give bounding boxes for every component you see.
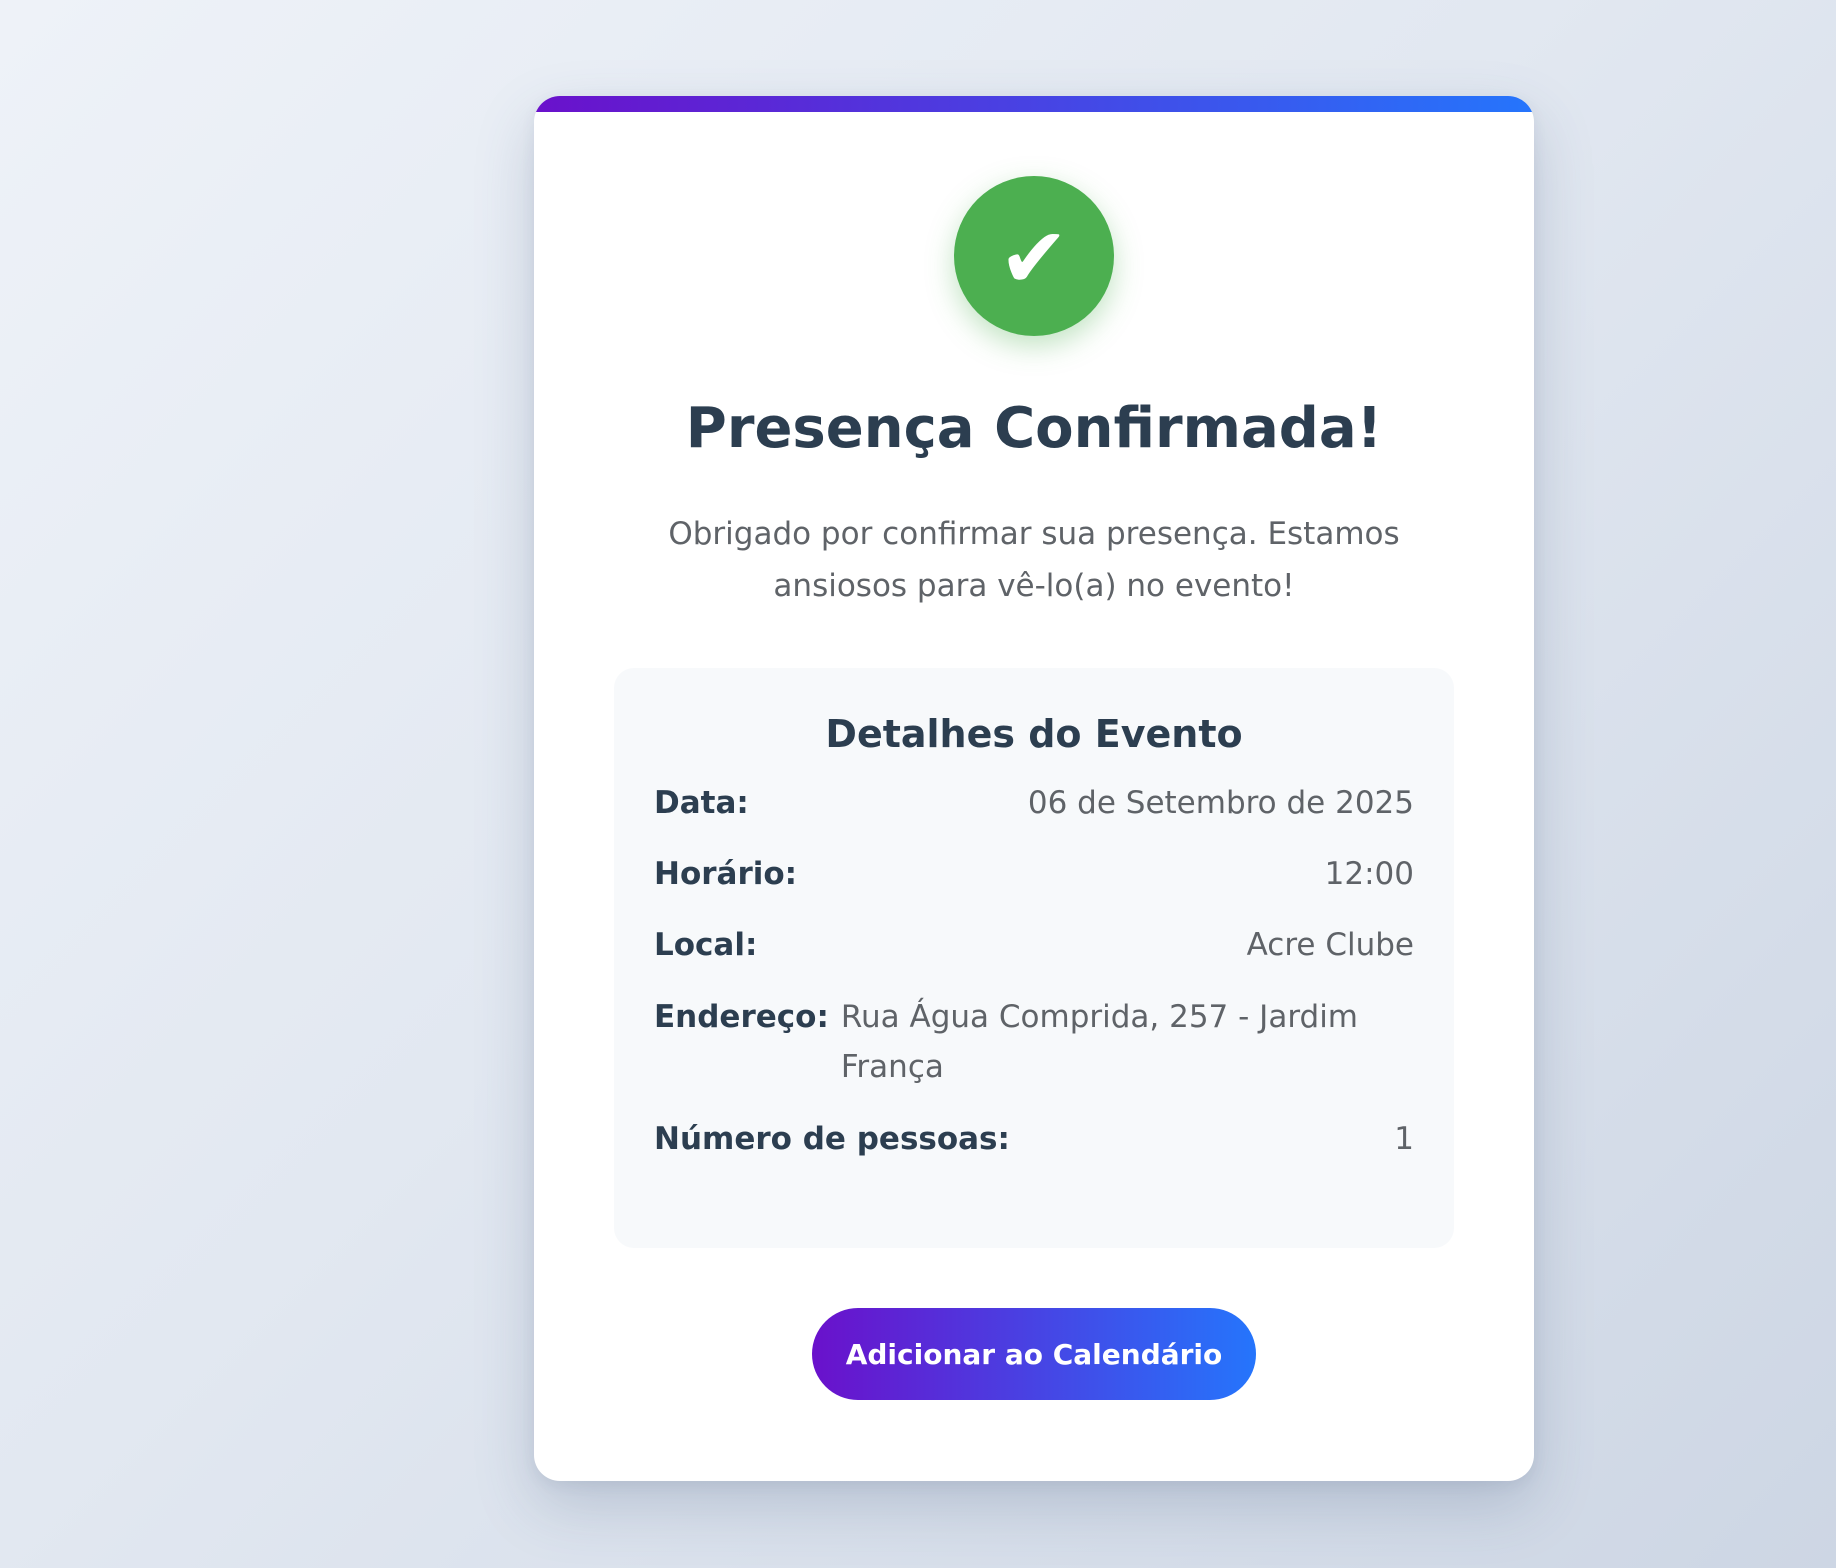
detail-value: 1 — [1394, 1121, 1414, 1157]
success-badge: ✔ — [954, 176, 1114, 336]
check-icon: ✔ — [998, 209, 1070, 307]
event-details-panel: Detalhes do Evento Data: 06 de Setembro … — [614, 668, 1454, 1248]
detail-row-people: Número de pessoas: 1 — [654, 1114, 1414, 1164]
event-details-title: Detalhes do Evento — [825, 712, 1243, 756]
detail-row-place: Local: Acre Clube — [654, 920, 1414, 970]
card-accent-bar — [534, 96, 1534, 112]
detail-label: Número de pessoas: — [654, 1121, 1010, 1157]
detail-value: Rua Água Comprida, 257 - Jardim França — [840, 999, 1359, 1085]
confirmation-card: ✔ Presença Confirmada! Obrigado por conf… — [534, 96, 1534, 1481]
detail-row-date: Data: 06 de Setembro de 2025 — [654, 778, 1414, 828]
detail-row-address: Endereço: Rua Água Comprida, 257 - Jardi… — [654, 992, 1414, 1092]
detail-label: Horário: — [654, 856, 798, 892]
confirmation-message: Obrigado por confirmar sua presença. Est… — [668, 516, 1400, 604]
detail-label: Local: — [654, 927, 758, 963]
detail-label: Endereço: — [654, 999, 829, 1035]
detail-value: 06 de Setembro de 2025 — [1027, 785, 1414, 821]
detail-value: Acre Clube — [1246, 927, 1414, 963]
add-to-calendar-button[interactable]: Adicionar ao Calendário — [812, 1308, 1256, 1400]
page-title: Presença Confirmada! — [685, 396, 1383, 461]
detail-label: Data: — [654, 785, 749, 821]
detail-value: 12:00 — [1324, 856, 1414, 892]
detail-row-time: Horário: 12:00 — [654, 849, 1414, 899]
